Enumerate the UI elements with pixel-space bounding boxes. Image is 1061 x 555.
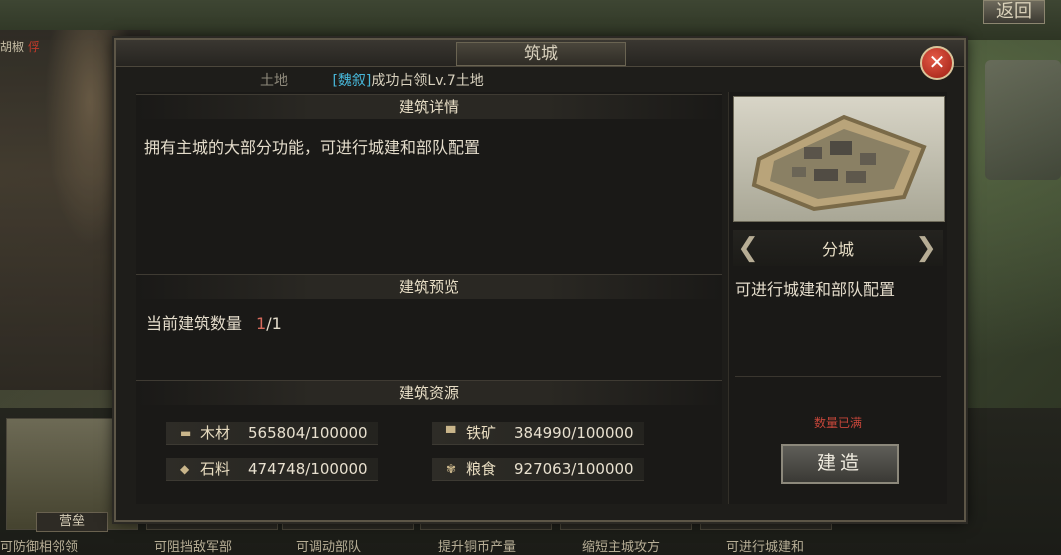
notice-faded-text: 土地 (260, 73, 288, 89)
map-castle (985, 60, 1061, 180)
bottom-card-caption: 可防御相邻领 (0, 540, 79, 555)
notice-text: 成功占领Lv.7土地 (371, 73, 484, 89)
resource-wood: ▬ 木材 565804/100000 (166, 422, 378, 445)
details-header: 建筑详情 (136, 94, 722, 119)
map-top-strip (0, 0, 1061, 40)
iron-icon: ▀ (446, 426, 456, 440)
bottom-card-caption: 可进行城建和 (726, 540, 805, 555)
resources-header: 建筑资源 (136, 380, 722, 405)
resource-grain: ✾ 粮食 927063/100000 (432, 458, 644, 481)
bottom-card-name: 营垒 (36, 512, 108, 532)
building-description: 拥有主城的大部分功能，可进行城建和部队配置 (144, 138, 481, 157)
building-selector: ❮ 分城 ❯ (733, 230, 943, 266)
return-button[interactable]: 返回 (983, 0, 1045, 24)
left-tab-label: 胡椒 (0, 40, 25, 54)
branch-city-image (733, 96, 945, 222)
resource-stone: ◆ 石料 474748/100000 (166, 458, 378, 481)
left-tab-partial[interactable]: 胡椒 俘 (0, 38, 40, 55)
bottom-card-caption: 缩短主城攻方 (582, 540, 661, 555)
next-arrow-icon[interactable]: ❯ (915, 232, 937, 264)
building-count-row: 当前建筑数量 1/1 (146, 310, 282, 334)
bottom-card-caption: 提升铜币产量 (438, 540, 517, 555)
grain-icon: ✾ (446, 462, 457, 476)
building-name: 分城 (821, 240, 854, 259)
notice-player-tag: [魏叙] (332, 73, 372, 89)
scrolling-notice: 土地 [魏叙]成功占领Lv.7土地 (260, 70, 484, 90)
bottom-card-caption: 可调动部队 (296, 540, 362, 555)
build-button[interactable]: 建造 (781, 444, 899, 484)
building-short-desc: 可进行城建和部队配置 (735, 280, 896, 299)
resource-value: 384990/100000 (514, 424, 634, 442)
preview-header: 建筑预览 (136, 274, 722, 299)
close-button[interactable]: ✕ (920, 46, 954, 80)
building-info-panel: 建筑详情 拥有主城的大部分功能，可进行城建和部队配置 建筑预览 当前建筑数量 1/… (136, 92, 722, 504)
resource-label: 粮食 (466, 460, 497, 478)
fortress-illustration (751, 114, 927, 212)
count-current: 1 (256, 314, 267, 333)
count-label: 当前建筑数量 (146, 314, 243, 333)
prev-arrow-icon[interactable]: ❮ (737, 232, 759, 264)
dialog-title: 筑城 (456, 42, 626, 66)
resource-value: 565804/100000 (248, 424, 368, 442)
resource-label: 石料 (200, 460, 231, 478)
resource-label: 木材 (200, 424, 231, 442)
build-city-dialog: 筑城 ✕ 土地 [魏叙]成功占领Lv.7土地 建筑详情 拥有主城的大部分功能，可… (114, 38, 966, 522)
bottom-card-caption: 可阻挡敌军部 (154, 540, 233, 555)
building-select-panel: ❮ 分城 ❯ 可进行城建和部队配置 数量已满 建造 (728, 92, 947, 504)
resource-iron: ▀ 铁矿 384990/100000 (432, 422, 644, 445)
resource-value: 927063/100000 (514, 460, 634, 478)
resource-value: 474748/100000 (248, 460, 368, 478)
status-text: 数量已满 (813, 416, 862, 430)
count-total: /1 (266, 314, 282, 333)
left-tab-red-label: 俘 (27, 40, 40, 54)
divider (735, 376, 941, 377)
stone-icon: ◆ (180, 462, 190, 476)
resource-label: 铁矿 (466, 424, 497, 442)
wood-icon: ▬ (180, 426, 192, 440)
